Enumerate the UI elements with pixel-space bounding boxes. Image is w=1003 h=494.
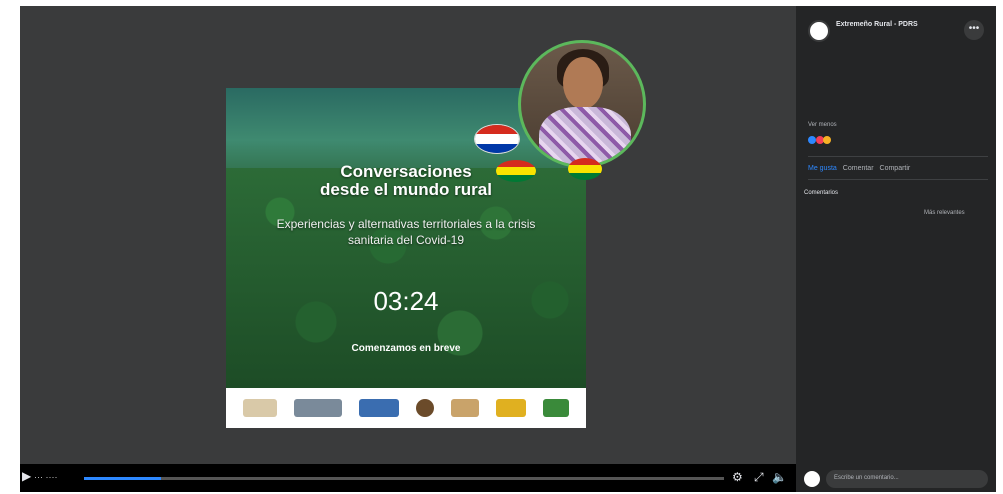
care-reaction-icon	[823, 136, 832, 144]
comment-button[interactable]: Comentar	[843, 165, 874, 172]
comment-input[interactable]: Escribe un comentario...	[826, 470, 988, 488]
fullscreen-icon[interactable]: ⤢	[754, 470, 764, 485]
gear-icon[interactable]: ⚙	[732, 470, 743, 484]
sponsor-logos	[226, 388, 586, 428]
like-reaction-icon	[808, 136, 816, 144]
comment-composer: Escribe un comentario...	[804, 470, 988, 488]
share-button[interactable]: Compartir	[880, 165, 911, 172]
see-less-link[interactable]: Ver menos	[808, 122, 837, 128]
video-player[interactable]: Conversaciones desde el mundo rural Expe…	[20, 6, 796, 492]
post-actions: Me gusta Comentar Compartir	[808, 156, 988, 180]
slide-subtitle: Experiencias y alternativas territoriale…	[276, 217, 536, 247]
slide-forest	[226, 168, 586, 388]
sponsor-logo	[496, 399, 527, 417]
timecode: ··· ····	[34, 472, 58, 482]
post-sidebar: Extremeño Rural - PDRS ••• Ver menos Me …	[796, 6, 996, 492]
sponsor-logo	[293, 399, 342, 417]
sponsor-logo	[543, 399, 570, 417]
page-avatar[interactable]	[808, 20, 830, 42]
sponsor-logo	[415, 399, 434, 417]
more-options-button[interactable]: •••	[964, 20, 984, 40]
comments-label: Comentarios	[804, 190, 839, 196]
sponsor-logo	[451, 399, 480, 417]
slide-title-line2: desde el mundo rural	[320, 180, 492, 199]
bolivia-flag-icon	[568, 158, 602, 180]
like-button[interactable]: Me gusta	[808, 165, 837, 172]
user-avatar	[804, 471, 820, 487]
play-icon[interactable]: ▶	[22, 469, 31, 483]
paraguay-flag-icon	[474, 124, 520, 154]
reactions-summary[interactable]	[808, 136, 988, 144]
view-more-comments[interactable]: Más relevantes	[924, 210, 965, 216]
player-controls: ▶ ··· ···· ⚙ ⤢ 🔈	[20, 464, 796, 492]
progress-fill	[84, 477, 161, 480]
countdown-timer: 03:24	[373, 286, 439, 316]
slide-status: Comenzamos en breve	[351, 343, 461, 354]
bolivia-flag-icon	[496, 160, 536, 182]
video-viewer: Conversaciones desde el mundo rural Expe…	[20, 6, 996, 492]
sponsor-logo	[358, 399, 399, 417]
page-name[interactable]: Extremeño Rural - PDRS	[836, 21, 918, 28]
speaker-camera	[518, 40, 646, 168]
sponsor-logo	[242, 399, 277, 417]
volume-icon[interactable]: 🔈	[772, 470, 787, 484]
progress-bar[interactable]	[84, 477, 724, 480]
